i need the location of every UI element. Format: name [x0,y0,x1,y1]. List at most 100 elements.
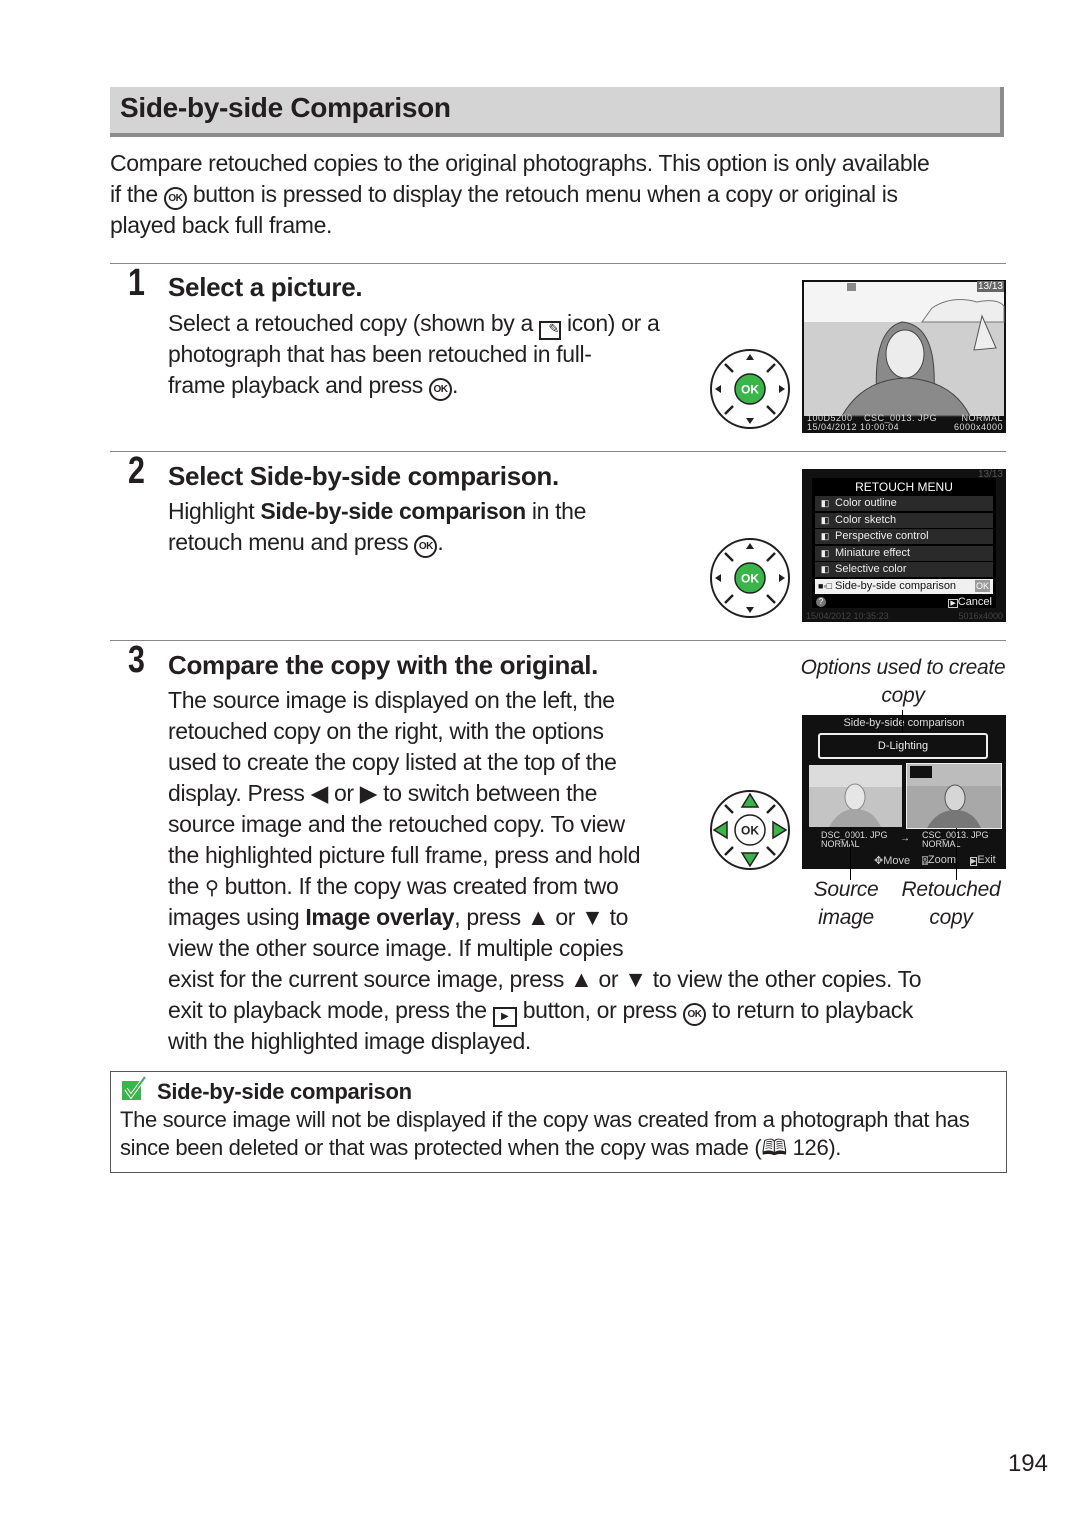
playback-screen: 13/13 100D5200 CSC_0013. JPG NORMAL 15/0… [802,280,1006,433]
text: exist for the current source image, pres… [168,966,571,992]
menu-item-color-sketch[interactable]: ◧ Color sketch [815,512,993,528]
exit-label: Exit [977,854,996,866]
playback-button-icon: ▶ [492,1007,517,1027]
step-title: Compare the copy with the original. [168,650,599,680]
note-title: Side-by-side comparison [157,1079,412,1104]
screen-header: Side-by-side comparison [843,717,965,729]
ok-button-icon: OK [414,535,438,558]
photo-image [804,282,1005,417]
up-arrow-icon: ▲ [526,904,550,930]
text: or [549,904,582,930]
text-line: frame playback and press OK. [168,370,458,401]
step-number: 2 [128,450,145,492]
text-line: used to create the copy listed at the to… [168,747,617,778]
text: button, or press [516,997,683,1023]
menu-item-label: Color sketch [835,513,897,526]
caption-source: Source image [813,878,879,929]
step-title-prefix: Select [168,461,250,491]
text: , press [454,904,527,930]
menu-item-label: Perspective control [835,530,929,543]
step-title: Select a picture. [168,272,363,302]
multi-selector-icon: OK [710,538,790,618]
step-number: 1 [128,262,145,304]
left-arrow-icon: ◀ [310,780,329,806]
book-icon: 🕮 [761,1135,787,1160]
text: or [592,966,625,992]
text-line: retouch menu and press OK. [168,527,444,558]
text: 126). [786,1135,842,1160]
text: to view the other copies. To [646,966,922,992]
text-line: Highlight Side-by-side comparison in the [168,496,586,527]
text: button. If the copy was created from two [218,873,619,899]
divider [110,640,1006,641]
text-line: The source image will not be displayed i… [120,1104,970,1135]
ok-label: OK [741,572,759,586]
ok-label: OK [741,824,759,838]
down-arrow-icon: ▼ [624,966,647,992]
move-hint: ✥Move [874,855,911,867]
image-size: 6000x4000 [953,422,1003,432]
arrow-icon: → [900,833,910,844]
step-number: 3 [128,639,145,681]
color-outline-icon: ◧ [820,498,830,508]
side-by-side-icon: ■◦□ [817,581,833,591]
divider [110,263,1006,264]
text: source image and the retouched copy. To … [168,811,625,837]
text-line: source image and the retouched copy. To … [168,809,625,840]
move-label: Move [883,855,911,867]
text-line: if the OK button is pressed to display t… [110,179,898,210]
menu-item-perspective[interactable]: ◧ Perspective control [815,529,993,545]
zoom-hint: ⚲Zoom [922,854,956,866]
multi-selector-icon: OK [710,790,790,870]
caption-options: Options used to create copy [800,656,1006,707]
color-sketch-icon: ◧ [820,514,830,525]
text-line: images using Image overlay, press ▲ or ▼… [168,902,628,933]
menu-item-miniature[interactable]: ◧ Miniature effect [815,545,993,561]
image-size: 5016x4000 [958,611,1003,621]
text: button is pressed to display the retouch… [186,181,898,207]
retouch-menu-screen: 13/13 RETOUCH MENU ◧ Color outline ◧ Color … [802,469,1006,622]
menu-item-color-outline[interactable]: ◧ Color outline [815,496,993,511]
text: . [452,372,459,398]
text-line: played back full frame. [110,210,332,241]
text: the highlighted picture full frame, pres… [168,842,641,868]
text: since been deleted or that was protected… [120,1135,762,1160]
menu-header: RETOUCH MENU [855,480,953,494]
menu-item-label: Color outline [835,497,897,509]
right-arrow-icon: ▶ [359,780,378,806]
ok-button-icon: OK [163,187,187,210]
step-title: Select Side-by-side comparison. [168,461,559,492]
menu-item-side-by-side[interactable]: ■◦□ Side-by-side comparison OK [815,579,993,594]
text-line: the highlighted picture full frame, pres… [168,840,641,871]
bold-text: Side-by-side comparison [260,498,526,524]
down-arrow-icon: ▼ [581,904,604,930]
text-line: retouched copy on the right, with the op… [168,716,604,747]
help-icon: ? [816,597,826,607]
text: used to create the copy listed at the to… [168,749,617,775]
text: retouched copy on the right, with the op… [168,718,604,744]
text: the [168,873,205,899]
multi-selector-icon: OK [710,349,790,429]
miniature-icon: ◧ [820,547,830,558]
text: icon) or a [560,310,660,336]
cancel-label: ▶ Cancel [948,596,992,608]
text: to return to playback [705,997,914,1023]
text-line: photograph that has been retouched in fu… [168,339,592,370]
retouch-icon: ✎ [538,321,561,340]
bold-text: Image overlay [305,904,455,930]
section-title: Side-by-side Comparison [120,92,451,123]
text: photograph that has been retouched in fu… [168,341,592,367]
menu-item-selective-color[interactable]: ◧ Selective color [815,562,993,578]
text-line: exist for the current source image, pres… [168,964,922,995]
callout-line [850,828,851,880]
text: display. Press [168,780,311,806]
divider [110,451,1006,452]
step-title-suffix: . [552,461,559,491]
option-used: D-Lighting [818,733,988,759]
perspective-icon: ◧ [820,531,830,542]
menu-item-label: Miniature effect [835,546,911,559]
text: images using [168,904,306,930]
ok-label: OK [741,383,759,397]
ok-button-icon: OK [429,378,452,401]
source-file: DSC_0001. JPG NORMAL [821,831,888,849]
